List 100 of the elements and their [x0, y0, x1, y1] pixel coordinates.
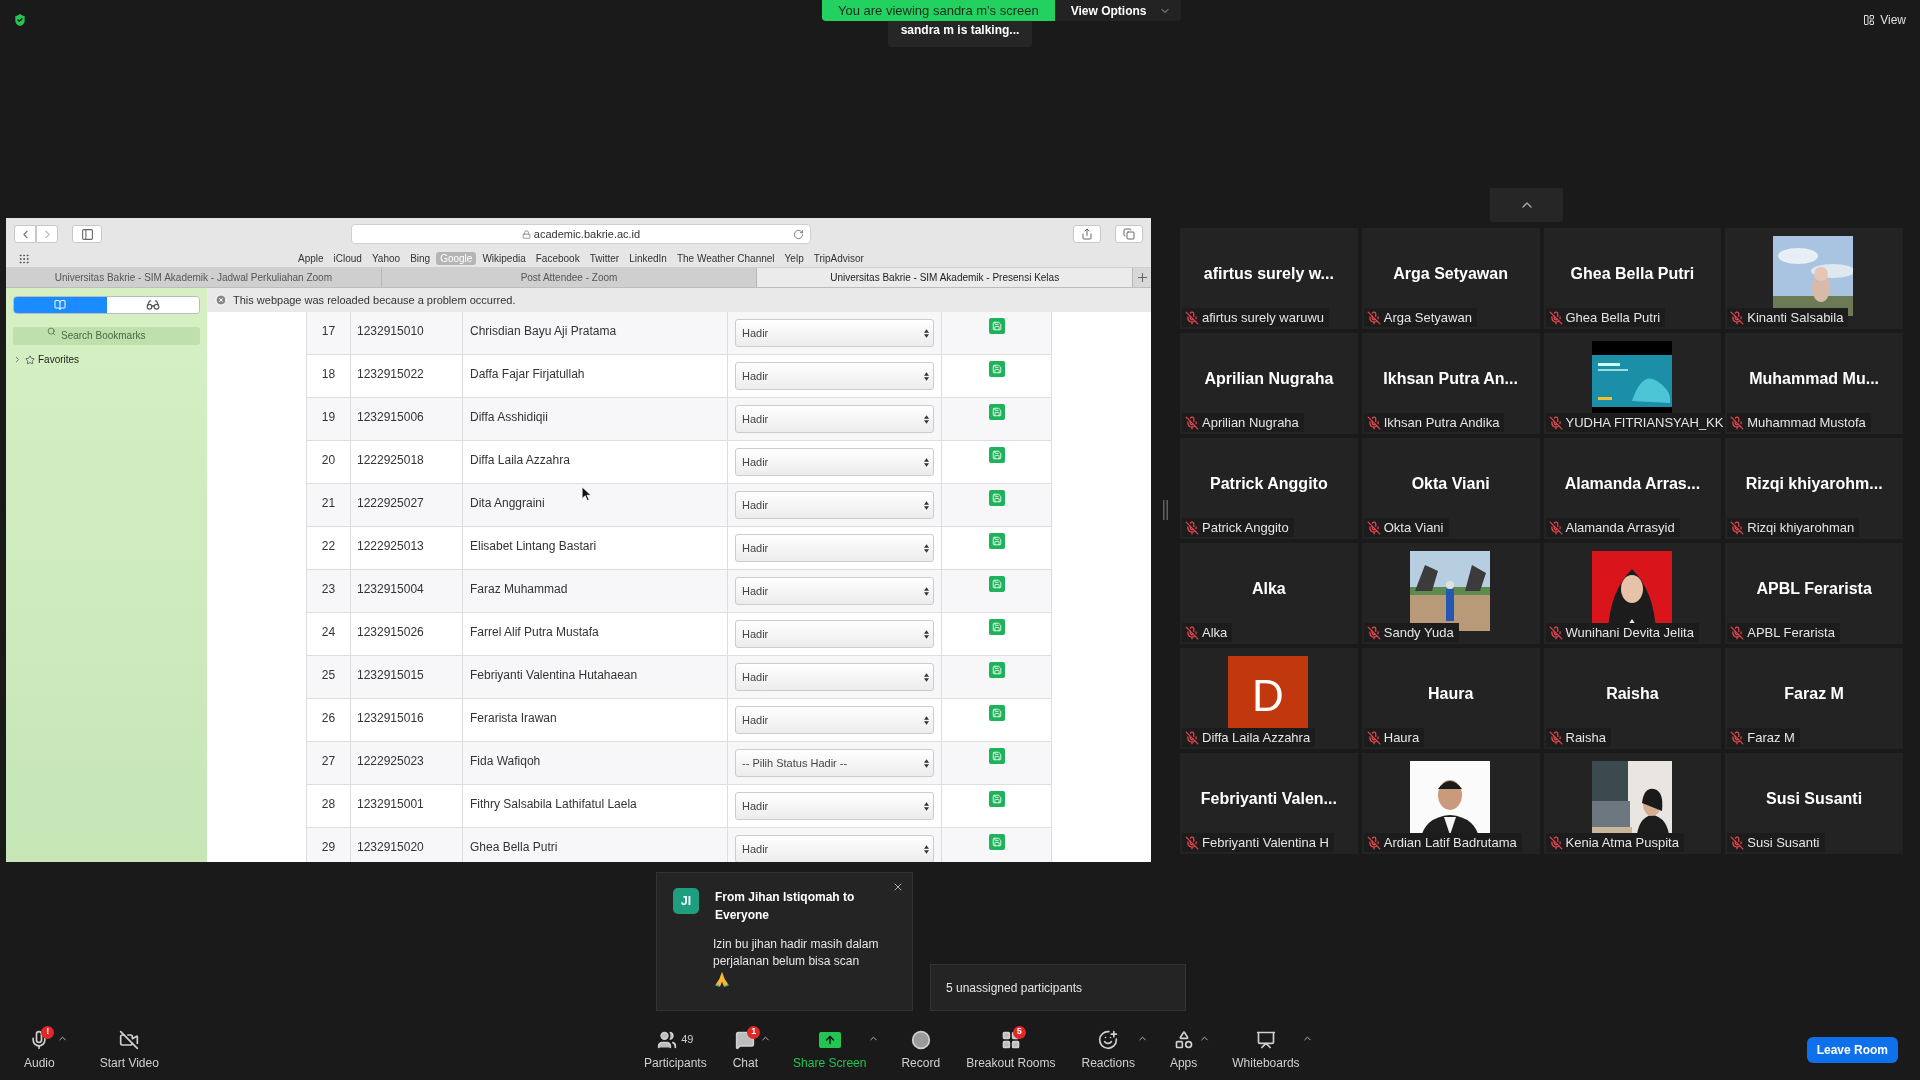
- status-select[interactable]: Hadir: [735, 835, 934, 862]
- toolbar-button[interactable]: 1 Chat: [728, 1028, 763, 1072]
- status-select[interactable]: Hadir: [735, 620, 934, 648]
- participant-display-name: Aprilian Nugraha: [1204, 369, 1334, 389]
- participant-name: Febriyanti Valentina H: [1202, 836, 1329, 849]
- forward-button[interactable]: [36, 225, 58, 243]
- status-select[interactable]: Hadir: [735, 663, 934, 691]
- tabs-overview-button[interactable]: [1115, 225, 1143, 243]
- address-bar[interactable]: academic.bakrie.ac.id: [351, 224, 811, 244]
- student-id: 1232915020: [357, 840, 424, 854]
- resize-handle-icon[interactable]: [1163, 498, 1168, 522]
- participant-name: Ardian Latif Badrutama: [1383, 836, 1517, 849]
- favorites-folder[interactable]: Favorites: [38, 352, 80, 367]
- security-shield-icon[interactable]: [12, 12, 28, 28]
- save-button[interactable]: [988, 404, 1005, 420]
- sidebar-toggle-button[interactable]: [72, 225, 102, 243]
- bookmark-link[interactable]: iCloud: [329, 252, 366, 265]
- toolbar-button[interactable]: Apps: [1165, 1028, 1202, 1072]
- save-button[interactable]: [988, 447, 1005, 463]
- save-button[interactable]: [988, 533, 1005, 549]
- reload-icon[interactable]: [793, 228, 804, 240]
- bookmark-link[interactable]: Facebook: [531, 252, 584, 265]
- updown-arrows-icon: [924, 672, 929, 682]
- disclosure-icon[interactable]: [13, 355, 22, 364]
- view-button[interactable]: View: [1863, 11, 1906, 29]
- bookmark-link[interactable]: Wikipedia: [478, 252, 530, 265]
- bookmark-link[interactable]: Twitter: [585, 252, 624, 265]
- toolbar-button[interactable]: Record: [897, 1028, 945, 1072]
- status-select[interactable]: Hadir: [735, 792, 934, 820]
- student-name: Chrisdian Bayu Aji Pratama: [470, 324, 617, 338]
- new-tab-button[interactable]: [1133, 268, 1151, 287]
- participant-name: afirtus surely waruwu: [1202, 311, 1325, 324]
- whiteboard-icon: [1255, 1029, 1276, 1050]
- toolbar-button[interactable]: 5 Breakout Rooms: [962, 1028, 1060, 1072]
- bookmark-link[interactable]: Apple: [294, 252, 328, 265]
- plus-icon: [1137, 273, 1147, 282]
- save-button[interactable]: [988, 705, 1005, 721]
- save-button[interactable]: [988, 318, 1005, 334]
- grid-icon[interactable]: [18, 252, 30, 265]
- notification-badge: !: [41, 1025, 55, 1039]
- status-select[interactable]: Hadir: [735, 534, 934, 562]
- participant-name: Raisha: [1565, 731, 1606, 744]
- bookmark-link[interactable]: Yahoo: [367, 252, 405, 265]
- smiley-plus-icon: [1098, 1029, 1119, 1050]
- chat-notification[interactable]: JI From Jihan Istiqomah to Everyone Izin bu jihan hadir masih dalam perjalanan belum bisa scan: [656, 872, 913, 1011]
- student-id: 1232915015: [357, 668, 424, 682]
- toolbar-button[interactable]: Share Screen: [789, 1028, 871, 1072]
- save-button[interactable]: [988, 834, 1005, 850]
- participant-display-name: Muhammad Mu...: [1749, 369, 1879, 389]
- row-number: 19: [321, 409, 336, 426]
- updown-arrows-icon: [924, 758, 929, 768]
- student-id: 1232915016: [357, 711, 424, 725]
- participant-name: Rizqi khiyarohman: [1747, 521, 1855, 534]
- status-select[interactable]: -- Pilih Status Hadir --: [735, 749, 934, 777]
- leave-room-button[interactable]: Leave Room: [1806, 1037, 1898, 1063]
- praying-hands-icon: [713, 970, 731, 988]
- status-select[interactable]: Hadir: [735, 448, 934, 476]
- status-select[interactable]: Hadir: [735, 405, 934, 433]
- status-select[interactable]: Hadir: [735, 491, 934, 519]
- student-name: Elisabet Lintang Bastari: [470, 539, 597, 553]
- bookmark-link[interactable]: Yelp: [780, 252, 808, 265]
- save-button[interactable]: [988, 576, 1005, 592]
- bookmark-link[interactable]: LinkedIn: [625, 252, 671, 265]
- bookmark-link[interactable]: Bing: [406, 252, 435, 265]
- participant-display-name: Rizqi khiyarohm...: [1745, 474, 1883, 494]
- status-select[interactable]: Hadir: [735, 319, 934, 347]
- save-button[interactable]: [988, 748, 1005, 764]
- toolbar-button[interactable]: Start Video: [95, 1028, 163, 1072]
- toolbar-button[interactable]: Reactions: [1077, 1028, 1139, 1072]
- back-button[interactable]: [14, 225, 36, 243]
- bookmark-search-field[interactable]: Search Bookmarks: [13, 326, 200, 345]
- record-icon: [910, 1029, 931, 1050]
- browser-tab[interactable]: Universitas Bakrie - SIM Akademik - Presensi Kelas: [757, 268, 1133, 287]
- save-button[interactable]: [988, 662, 1005, 678]
- save-button[interactable]: [988, 361, 1005, 377]
- save-button[interactable]: [988, 619, 1005, 635]
- toolbar-button[interactable]: ! Audio: [20, 1028, 59, 1072]
- student-name: Febriyanti Valentina Hutahaean: [470, 668, 638, 682]
- participant-display-name: Alka: [1251, 579, 1286, 599]
- toolbar-button[interactable]: Whiteboards: [1228, 1028, 1304, 1072]
- participant-name: Kenia Atma Puspita: [1565, 836, 1679, 849]
- talking-indicator: sandra m is talking...: [888, 21, 1032, 47]
- share-button[interactable]: [1073, 225, 1101, 243]
- status-select[interactable]: Hadir: [735, 577, 934, 605]
- save-button[interactable]: [988, 490, 1005, 506]
- search-icon: [47, 327, 56, 336]
- status-select[interactable]: Hadir: [735, 362, 934, 390]
- close-icon[interactable]: [892, 881, 904, 893]
- toolbar-button[interactable]: 49 Participants: [640, 1028, 711, 1072]
- people-icon: [657, 1029, 678, 1050]
- status-select[interactable]: Hadir: [735, 706, 934, 734]
- bookmark-link[interactable]: The Weather Channel: [672, 252, 779, 265]
- url-text: academic.bakrie.ac.id: [533, 226, 641, 242]
- bookmark-link[interactable]: TripAdvisor: [809, 252, 868, 265]
- updown-arrows-icon: [924, 500, 929, 510]
- reading-list-tab[interactable]: [106, 297, 199, 313]
- view-options-button[interactable]: View Options: [1054, 0, 1181, 21]
- save-button[interactable]: [988, 791, 1005, 807]
- sidebar-segmented-control[interactable]: [13, 296, 200, 314]
- participant-count: 49: [681, 1032, 694, 1048]
